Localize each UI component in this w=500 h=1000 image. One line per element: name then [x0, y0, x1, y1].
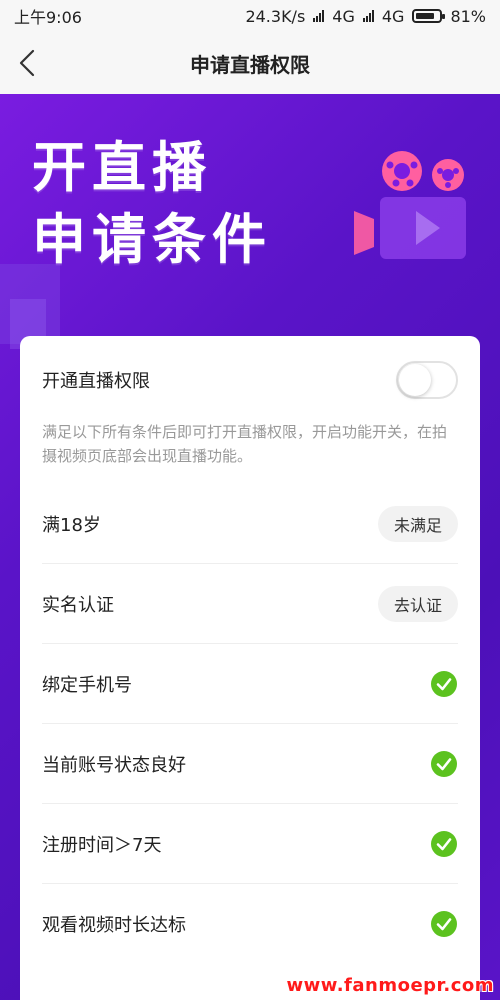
condition-row: 注册时间＞7天	[42, 804, 458, 884]
condition-label: 注册时间＞7天	[42, 834, 162, 856]
condition-label: 当前账号状态良好	[42, 754, 186, 776]
nav-bar: 申请直播权限	[0, 32, 500, 94]
condition-row: 观看视频时长达标	[42, 884, 458, 964]
live-permission-row: 开通直播权限	[42, 336, 458, 424]
conditions-card: 开通直播权限 满足以下所有条件后即可打开直播权限，开启功能开关，在拍摄视频页底部…	[20, 336, 480, 1000]
live-permission-toggle[interactable]	[396, 361, 458, 399]
toggle-label: 开通直播权限	[42, 371, 150, 392]
battery-percent: 81%	[450, 6, 486, 26]
watermark: www.fanmoepr.com	[286, 975, 494, 996]
condition-row: 当前账号状态良好	[42, 724, 458, 804]
unmet-status-button[interactable]: 未满足	[377, 505, 458, 542]
condition-row: 绑定手机号	[42, 644, 458, 724]
condition-row: 实名认证 去认证	[42, 564, 458, 644]
toggle-knob	[399, 364, 431, 396]
signal-icon-2	[362, 10, 374, 22]
movie-camera-icon	[354, 151, 466, 259]
status-bar: 上午9:06 24.3K/s 4G 4G 81%	[0, 0, 500, 32]
banner-heading: 开直播 申请条件	[32, 132, 272, 276]
condition-label: 满18岁	[42, 514, 101, 536]
banner-line-2: 申请条件	[32, 208, 272, 271]
description: 满足以下所有条件后即可打开直播权限，开启功能开关，在拍摄视频页底部会出现直播功能…	[42, 423, 448, 465]
check-icon	[431, 911, 457, 937]
status-indicators: 24.3K/s 4G 4G 81%	[245, 7, 486, 26]
check-icon	[431, 830, 457, 857]
page-title: 申请直播权限	[190, 52, 310, 77]
status-time: 上午9:06	[14, 8, 82, 27]
network-type-2: 4G	[381, 6, 405, 26]
verify-button[interactable]: 去认证	[377, 585, 458, 622]
check-icon	[431, 670, 457, 697]
condition-label: 绑定手机号	[42, 674, 132, 696]
condition-label: 观看视频时长达标	[42, 915, 186, 936]
check-icon	[431, 750, 457, 777]
back-button[interactable]	[14, 48, 44, 78]
signal-icon	[313, 10, 325, 22]
condition-label: 实名认证	[42, 594, 114, 616]
network-type-1: 4G	[332, 6, 355, 26]
battery-icon	[412, 9, 446, 23]
chevron-left-icon	[19, 49, 35, 77]
network-speed: 24.3K/s	[245, 6, 306, 26]
condition-row: 满18岁 未满足	[42, 484, 458, 564]
banner-line-1: 开直播	[32, 136, 212, 199]
